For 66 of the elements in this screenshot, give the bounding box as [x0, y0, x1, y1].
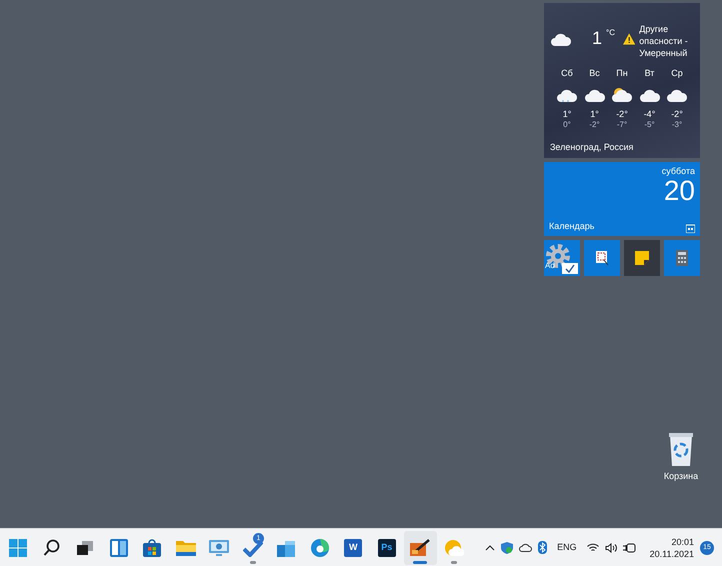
task-view-icon[interactable]	[77, 540, 94, 554]
edge-icon[interactable]	[310, 538, 329, 556]
forecast-high: 1°	[590, 108, 599, 120]
folder-icon[interactable]	[176, 540, 196, 556]
cube-stack-icon[interactable]	[277, 538, 296, 556]
calendar-tile[interactable]: суббота 20 Календарь	[544, 162, 700, 236]
wifi-icon[interactable]	[586, 542, 599, 552]
taskbar-button[interactable]: W	[337, 530, 370, 564]
language-indicator[interactable]: ENG	[557, 540, 577, 554]
speaker-icon[interactable]	[604, 542, 617, 552]
forecast-day: Сб	[561, 67, 573, 80]
widgets-icon[interactable]	[110, 538, 128, 556]
warning-icon	[623, 33, 636, 45]
forecast-low: 0°	[563, 120, 571, 130]
forecast-low: -2°	[589, 120, 600, 130]
forecast-low: -5°	[644, 120, 655, 130]
app-tile[interactable]	[584, 240, 620, 276]
forecast-high: -2°	[616, 108, 628, 120]
calendar-app-icon	[686, 224, 695, 233]
sticky-notes-tile[interactable]	[624, 240, 660, 276]
snipping-icon	[595, 250, 609, 266]
cloud-icon	[550, 31, 572, 47]
cloud-icon[interactable]	[519, 543, 532, 552]
app-tile[interactable]: Ad	[544, 240, 580, 276]
calendar-weekday: суббота	[662, 165, 695, 177]
clock[interactable]: 20:01 20.11.2021	[650, 536, 694, 560]
desktop-icon-label[interactable]: Корзина	[664, 470, 698, 484]
calendar-label: Календарь	[549, 220, 594, 233]
forecast-low: -3°	[672, 120, 682, 130]
taskbar-button[interactable]: Ps	[370, 530, 403, 564]
paint-brush-icon[interactable]	[410, 538, 430, 556]
weather-location: Зеленоград, Россия	[550, 140, 634, 154]
forecast-high: -2°	[671, 108, 683, 120]
checkmark-icon	[562, 263, 578, 274]
forecast-low: -7°	[616, 120, 628, 130]
windows-logo-icon[interactable]	[9, 538, 28, 556]
forecast-day: Вс	[589, 67, 600, 80]
shield-icon[interactable]	[501, 542, 514, 554]
calendar-day: 20	[664, 177, 695, 205]
word-app-icon[interactable]: W	[344, 538, 362, 556]
running-indicator	[450, 560, 457, 564]
forecast-day: Ср	[671, 67, 683, 80]
running-indicator	[413, 560, 428, 564]
photoshop-app-icon[interactable]: Ps	[378, 538, 396, 556]
app-tile[interactable]	[664, 240, 700, 276]
calculator-icon	[676, 250, 688, 266]
forecast-high: -4°	[644, 108, 656, 120]
bluetooth-icon[interactable]	[538, 541, 548, 554]
sun-cloud-icon	[611, 86, 633, 102]
recycle-bin-icon[interactable]	[668, 432, 694, 466]
running-indicator	[250, 560, 256, 564]
forecast-high: 1°	[562, 108, 572, 120]
alert-text: Другие опасности - Умеренный	[639, 23, 689, 59]
temperature-unit: °C	[606, 27, 615, 39]
forecast-day: Пн	[616, 67, 628, 80]
gear-icon	[545, 243, 571, 269]
search-icon[interactable]	[42, 538, 61, 556]
temperature: 1	[592, 29, 602, 47]
taskbar-button[interactable]	[404, 530, 436, 564]
sticky-note-icon	[635, 251, 649, 265]
store-bag-icon[interactable]	[143, 538, 162, 556]
battery-plug-icon[interactable]	[622, 542, 636, 552]
remote-desktop-icon[interactable]	[209, 540, 230, 556]
tile-label: Ad	[545, 262, 555, 270]
chevron-up-icon[interactable]	[485, 544, 496, 550]
forecast-day: Вт	[644, 67, 654, 80]
